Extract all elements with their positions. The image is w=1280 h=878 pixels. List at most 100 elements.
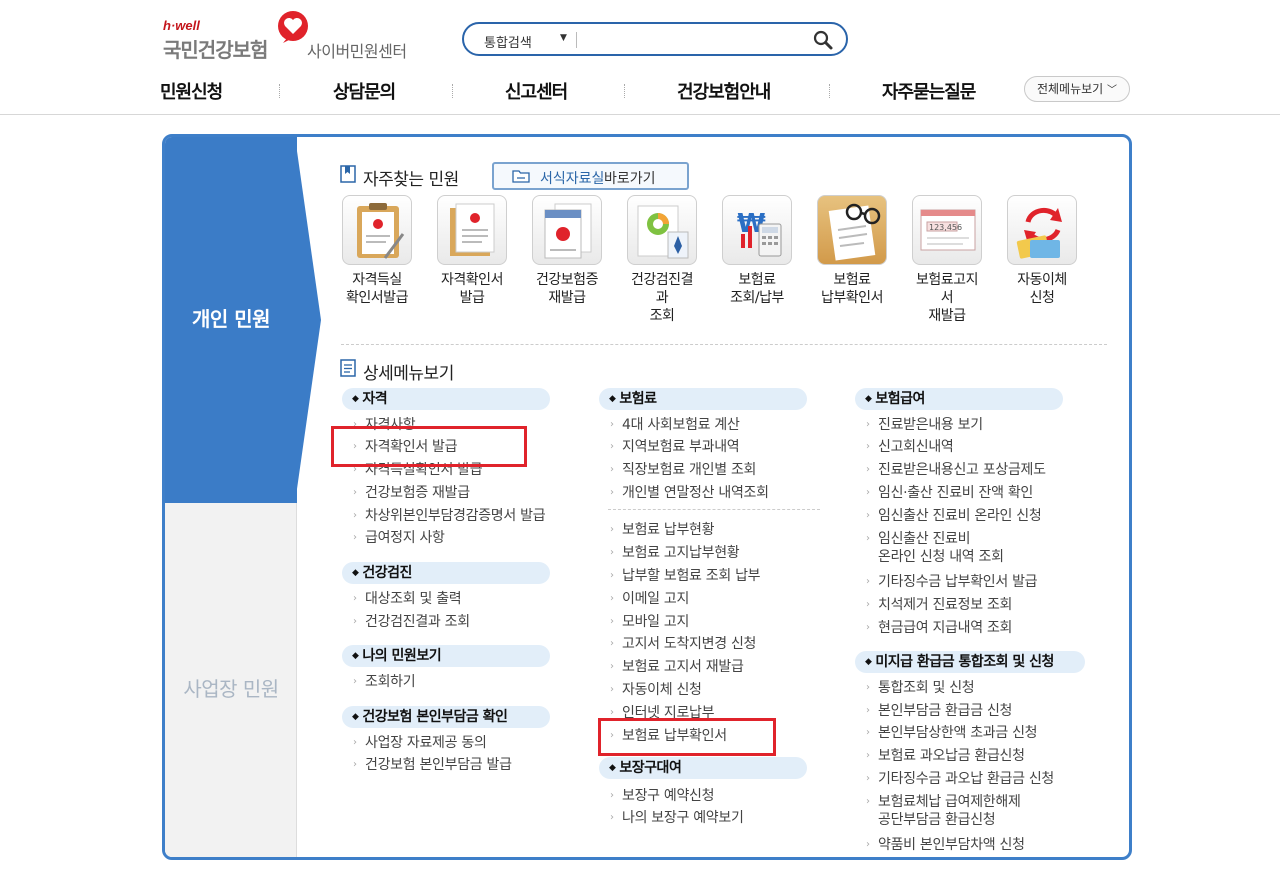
- menu-link[interactable]: › 임신출산 진료비 온라인 신청: [866, 507, 1042, 525]
- search-scope-select[interactable]: 통합검색: [484, 32, 532, 51]
- menu-link[interactable]: › 보험료 납부현황: [610, 521, 715, 539]
- tab-business-label: 사업장 민원: [183, 677, 279, 701]
- nav-consultation[interactable]: 상담문의: [333, 78, 396, 104]
- group-title: 보험료: [619, 391, 657, 407]
- group-health-checkup: ◆ 건강검진: [342, 562, 550, 584]
- menu-link[interactable]: › 차상위본인부담경감증명서 발급: [353, 507, 546, 525]
- won-calculator-icon: ₩: [722, 195, 792, 265]
- search-icon[interactable]: [812, 29, 834, 51]
- menu-link[interactable]: › 본인부담금 환급금 신청: [866, 702, 1012, 720]
- tab-business[interactable]: 사업장 민원: [165, 503, 297, 857]
- quick-premium-payment-certificate[interactable]: 보험료 납부확인서: [806, 195, 898, 307]
- menu-link[interactable]: › 보장구 예약신청: [610, 787, 715, 805]
- menu-link[interactable]: › 임신출산 진료비 온라인 신청 내역 조회: [866, 530, 1004, 566]
- nav-faq[interactable]: 자주묻는질문: [882, 78, 976, 104]
- menu-link[interactable]: › 보험료 고지납부현황: [610, 544, 740, 562]
- menu-link[interactable]: › 나의 보장구 예약보기: [610, 809, 744, 827]
- menu-link[interactable]: › 보험료체납 급여제한해제 공단부담금 환급신청: [866, 793, 1021, 829]
- quick-qualification-history[interactable]: 자격득실 확인서발급: [331, 195, 423, 307]
- menu-link[interactable]: › 4대 사회보험료 계산: [610, 416, 740, 434]
- site-logo[interactable]: h·well 국민건강보험 사이버민원센터: [163, 11, 423, 64]
- quick-label: 자격확인서 발급: [441, 272, 503, 306]
- quick-label: 자격득실 확인서발급: [346, 272, 408, 306]
- menu-link[interactable]: › 진료받은내용 보기: [866, 416, 983, 434]
- menu-link[interactable]: › 직장보험료 개인별 조회: [610, 461, 756, 479]
- quick-label: 보험료고지 서 재발급: [916, 272, 978, 324]
- quick-qualification-certificate[interactable]: 자격확인서 발급: [426, 195, 518, 307]
- menu-link[interactable]: › 고지서 도착지변경 신청: [610, 635, 756, 653]
- chevron-down-icon: ﹀: [1107, 85, 1118, 96]
- menu-link[interactable]: › 기타징수금 과오납 환급금 신청: [866, 770, 1054, 788]
- caret-down-icon[interactable]: ▼: [560, 33, 567, 43]
- menu-link[interactable]: › 보험료 과오납금 환급신청: [866, 747, 1025, 765]
- highlight-box: [598, 718, 776, 756]
- menu-link[interactable]: › 이메일 고지: [610, 590, 689, 608]
- menu-link[interactable]: › 조회하기: [353, 673, 416, 691]
- detail-title: 상세메뉴보기: [363, 364, 454, 384]
- quick-label: 건강보험증 재발급: [536, 272, 598, 306]
- group-title: 건강보험 본인부담금 확인: [362, 709, 508, 725]
- menu-link[interactable]: › 약품비 본인부담차액 신청: [866, 836, 1025, 854]
- menu-link[interactable]: › 건강보험 본인부담금 발급: [353, 756, 512, 774]
- nav-insurance-guide[interactable]: 건강보험안내: [677, 78, 771, 104]
- highlight-box: [331, 426, 527, 467]
- form-library-button[interactable]: 서식자료실 바로가기: [492, 162, 689, 190]
- quick-insurance-card-reissue[interactable]: 건강보험증 재발급: [521, 195, 613, 307]
- menu-link[interactable]: › 임신·출산 진료비 잔액 확인: [866, 484, 1033, 502]
- group-title: 보장구대여: [619, 760, 682, 776]
- quick-label: 자동이체 신청: [1017, 272, 1067, 306]
- menu-link[interactable]: › 자동이체 신청: [610, 681, 702, 699]
- group-assistive-device: ◆ 보장구대여: [599, 757, 807, 779]
- menu-link[interactable]: › 본인부담상한액 초과금 신청: [866, 724, 1038, 742]
- group-title: 자격: [362, 391, 388, 407]
- center-name: 사이버민원센터: [307, 42, 407, 61]
- menu-link[interactable]: › 모바일 고지: [610, 613, 689, 631]
- quick-label: 보험료 조회/납부: [730, 272, 784, 306]
- quick-label: 건강검진결 과 조회: [631, 272, 693, 324]
- menu-link[interactable]: › 신고회신내역: [866, 438, 954, 456]
- menu-link[interactable]: › 건강검진결과 조회: [353, 613, 470, 631]
- menu-link[interactable]: › 진료받은내용신고 포상금제도: [866, 461, 1046, 479]
- menu-link[interactable]: › 기타징수금 납부확인서 발급: [866, 573, 1038, 591]
- form-shortcut-label: 바로가기: [604, 171, 656, 187]
- group-unpaid-refund: ◆ 미지급 환급금 통합조회 및 신청: [855, 651, 1085, 673]
- tab-personal[interactable]: 개인 민원: [165, 137, 321, 503]
- menu-link[interactable]: › 개인별 연말정산 내역조회: [610, 484, 769, 502]
- site-header: h·well 국민건강보험 사이버민원센터 통합검색 ▼ 민원신청 상담문의 신…: [0, 0, 1280, 115]
- form-library-label: 서식자료실: [540, 171, 605, 187]
- menu-link[interactable]: › 건강보험증 재발급: [353, 484, 470, 502]
- group-my-civil: ◆ 나의 민원보기: [342, 645, 550, 667]
- tab-arrow: [295, 137, 321, 503]
- group-premium: ◆ 보험료: [599, 388, 807, 410]
- quick-premium-bill-reissue[interactable]: 123,456 보험료고지 서 재발급: [901, 195, 993, 325]
- frequent-title: 자주찾는 민원: [363, 170, 459, 190]
- clipboard-icon: [342, 195, 412, 265]
- nav-civil-application[interactable]: 민원신청: [160, 78, 223, 104]
- group-insurance-benefit: ◆ 보험급여: [855, 388, 1063, 410]
- search-box: 통합검색 ▼: [462, 22, 848, 56]
- group-title: 나의 민원보기: [362, 648, 442, 664]
- all-menu-button[interactable]: 전체메뉴보기 ﹀: [1024, 76, 1130, 102]
- group-title: 미지급 환급금 통합조회 및 신청: [875, 654, 1054, 670]
- quick-health-checkup-result[interactable]: 건강검진결 과 조회: [616, 195, 708, 325]
- menu-link[interactable]: › 납부할 보험료 조회 납부: [610, 567, 761, 585]
- nav-divider: [452, 84, 454, 98]
- quick-label: 보험료 납부확인서: [821, 272, 883, 306]
- nav-report-center[interactable]: 신고센터: [505, 78, 568, 104]
- menu-link[interactable]: › 급여정지 사항: [353, 529, 445, 547]
- menu-link[interactable]: › 통합조회 및 신청: [866, 679, 975, 697]
- nav-divider: [624, 84, 626, 98]
- sub-divider: [608, 509, 820, 510]
- menu-link[interactable]: › 현금급여 지급내역 조회: [866, 619, 1012, 637]
- quick-auto-transfer[interactable]: 자동이체 신청: [996, 195, 1088, 307]
- menu-link[interactable]: › 지역보험료 부과내역: [610, 438, 740, 456]
- quick-premium-inquiry-payment[interactable]: ₩ 보험료 조회/납부: [711, 195, 803, 307]
- heart-logo-icon: [278, 11, 308, 43]
- menu-link[interactable]: › 대상조회 및 출력: [353, 590, 462, 608]
- menu-link[interactable]: › 치석제거 진료정보 조회: [866, 596, 1012, 614]
- menu-link[interactable]: › 보험료 고지서 재발급: [610, 658, 744, 676]
- search-input[interactable]: [582, 29, 806, 51]
- glasses-receipt-icon: [817, 195, 887, 265]
- group-title: 건강검진: [362, 565, 412, 581]
- menu-link[interactable]: › 사업장 자료제공 동의: [353, 734, 487, 752]
